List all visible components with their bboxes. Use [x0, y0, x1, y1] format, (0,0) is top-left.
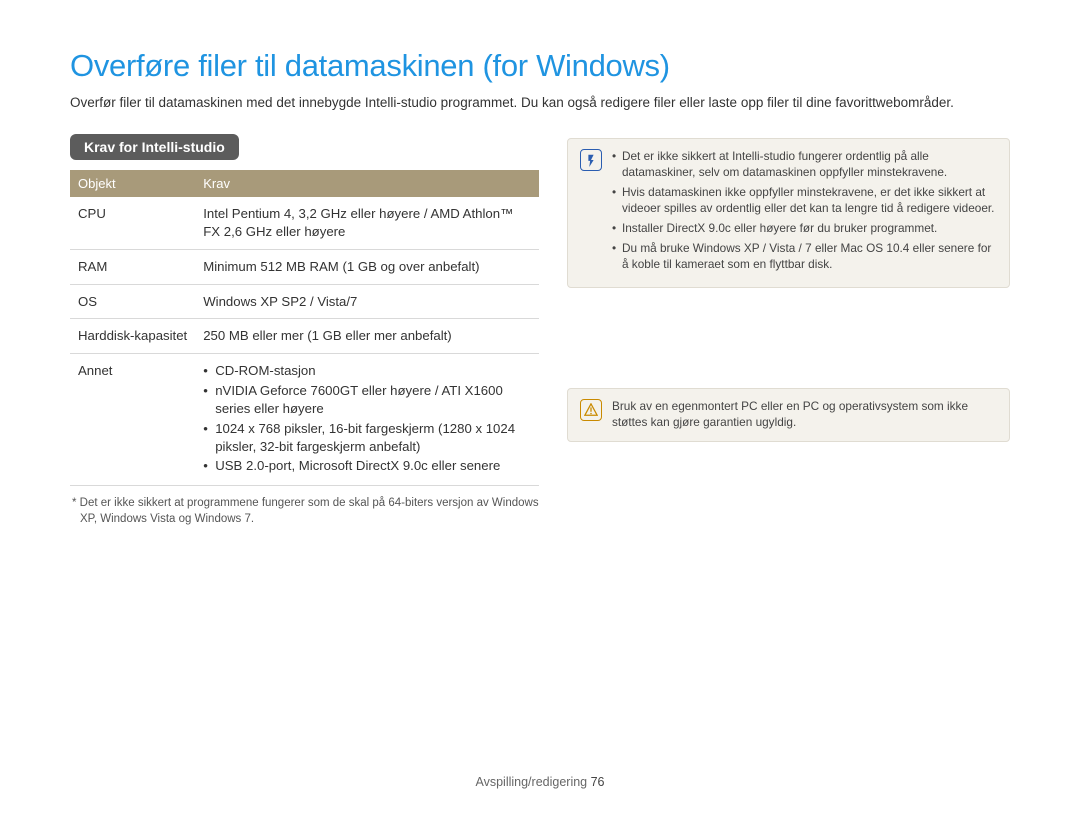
- info-note-box: Det er ikke sikkert at Intelli-studio fu…: [567, 138, 1010, 287]
- footer-section: Avspilling/redigering: [475, 775, 587, 789]
- other-list: CD-ROM-stasjon nVIDIA Geforce 7600GT ell…: [203, 362, 531, 475]
- cell-hdd-value: 250 MB eller mer (1 GB eller mer anbefal…: [195, 319, 539, 354]
- document-page: Overføre filer til datamaskinen (for Win…: [0, 0, 1080, 815]
- list-item: Du må bruke Windows XP / Vista / 7 eller…: [612, 241, 997, 273]
- cell-cpu-label: CPU: [70, 197, 195, 249]
- cell-ram-label: RAM: [70, 249, 195, 284]
- caution-icon: [580, 399, 602, 421]
- caution-text: Bruk av en egenmontert PC eller en PC og…: [612, 399, 997, 431]
- caution-note-box: Bruk av en egenmontert PC eller en PC og…: [567, 388, 1010, 442]
- list-item: 1024 x 768 piksler, 16-bit fargeskjerm (…: [203, 420, 531, 456]
- intro-paragraph: Overfør filer til datamaskinen med det i…: [70, 94, 1010, 112]
- requirements-table: Objekt Krav CPU Intel Pentium 4, 3,2 GHz…: [70, 170, 539, 486]
- list-item: Det er ikke sikkert at Intelli-studio fu…: [612, 149, 997, 181]
- page-footer: Avspilling/redigering 76: [0, 775, 1080, 789]
- cell-os-value: Windows XP SP2 / Vista/7: [195, 284, 539, 319]
- footnote: * Det er ikke sikkert at programmene fun…: [70, 496, 539, 527]
- right-column: Det er ikke sikkert at Intelli-studio fu…: [567, 134, 1010, 527]
- list-item: USB 2.0-port, Microsoft DirectX 9.0c ell…: [203, 457, 531, 475]
- cell-os-label: OS: [70, 284, 195, 319]
- list-item: Hvis datamaskinen ikke oppfyller minstek…: [612, 185, 997, 217]
- table-row: CPU Intel Pentium 4, 3,2 GHz eller høyer…: [70, 197, 539, 249]
- list-item: CD-ROM-stasjon: [203, 362, 531, 380]
- table-row: Annet CD-ROM-stasjon nVIDIA Geforce 7600…: [70, 354, 539, 486]
- cell-hdd-label: Harddisk-kapasitet: [70, 319, 195, 354]
- table-header-row: Objekt Krav: [70, 170, 539, 197]
- cell-ram-value: Minimum 512 MB RAM (1 GB og over anbefal…: [195, 249, 539, 284]
- content-columns: Krav for Intelli-studio Objekt Krav CPU …: [70, 134, 1010, 527]
- cell-other-value: CD-ROM-stasjon nVIDIA Geforce 7600GT ell…: [195, 354, 539, 486]
- cell-other-label: Annet: [70, 354, 195, 486]
- list-item: nVIDIA Geforce 7600GT eller høyere / ATI…: [203, 382, 531, 418]
- table-header-krav: Krav: [195, 170, 539, 197]
- info-icon: [580, 149, 602, 171]
- table-header-objekt: Objekt: [70, 170, 195, 197]
- cell-cpu-value: Intel Pentium 4, 3,2 GHz eller høyere / …: [195, 197, 539, 249]
- table-row: Harddisk-kapasitet 250 MB eller mer (1 G…: [70, 319, 539, 354]
- left-column: Krav for Intelli-studio Objekt Krav CPU …: [70, 134, 539, 527]
- page-title: Overføre filer til datamaskinen (for Win…: [70, 48, 1010, 84]
- table-row: OS Windows XP SP2 / Vista/7: [70, 284, 539, 319]
- list-item: Installer DirectX 9.0c eller høyere før …: [612, 221, 997, 237]
- section-badge: Krav for Intelli-studio: [70, 134, 239, 160]
- info-note-list: Det er ikke sikkert at Intelli-studio fu…: [612, 149, 997, 276]
- table-row: RAM Minimum 512 MB RAM (1 GB og over anb…: [70, 249, 539, 284]
- footer-page-number: 76: [591, 775, 605, 789]
